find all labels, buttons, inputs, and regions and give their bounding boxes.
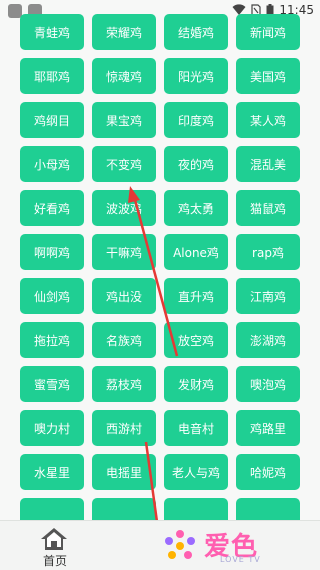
grid-button[interactable]: 好看鸡	[20, 190, 84, 226]
grid-button[interactable]: 干嘛鸡	[92, 234, 156, 270]
grid-button[interactable]: 名族鸡	[92, 322, 156, 358]
grid-button[interactable]: 某人鸡	[236, 102, 300, 138]
grid-button[interactable]: 结婚鸡	[164, 14, 228, 50]
button-grid: 青蛙鸡 荣耀鸡 结婚鸡 新闻鸡耶耶鸡 惊魂鸡 阳光鸡 美国鸡鸡纲目 果宝鸡 印度鸡 某人鸡小母鸡不…	[20, 14, 300, 534]
grid-button[interactable]: 发财鸡	[164, 366, 228, 402]
grid-button[interactable]: 噢泡鸡	[236, 366, 300, 402]
grid-button[interactable]: 蜜雪鸡	[20, 366, 84, 402]
bottom-nav: 首页 爱色 LOVE TV	[0, 520, 320, 570]
grid-button[interactable]: 耶耶鸡	[20, 58, 84, 94]
grid-button[interactable]: 电摇里	[92, 454, 156, 490]
grid-button[interactable]: 鸡太勇	[164, 190, 228, 226]
grid-button[interactable]: 美国鸡	[236, 58, 300, 94]
grid-button[interactable]: 小母鸡	[20, 146, 84, 182]
grid-button[interactable]: 猫鼠鸡	[236, 190, 300, 226]
logo-subtext: LOVE TV	[220, 555, 261, 564]
grid-button[interactable]: 果宝鸡	[92, 102, 156, 138]
grid-button[interactable]: 鸡出没	[92, 278, 156, 314]
grid-button[interactable]: 不变鸡	[92, 146, 156, 182]
grid-button[interactable]: 波波鸡	[92, 190, 156, 226]
brand-logo: 爱色 LOVE TV	[158, 524, 278, 568]
home-icon	[41, 528, 67, 550]
grid-button[interactable]: 印度鸡	[164, 102, 228, 138]
grid-button[interactable]: 哈妮鸡	[236, 454, 300, 490]
grid-button[interactable]: 电音村	[164, 410, 228, 446]
tab-home-label: 首页	[42, 554, 67, 568]
grid-button[interactable]: 水星里	[20, 454, 84, 490]
grid-button[interactable]: 荣耀鸡	[92, 14, 156, 50]
grid-button[interactable]: 惊魂鸡	[92, 58, 156, 94]
tab-home[interactable]: 首页	[0, 521, 110, 570]
grid-button[interactable]: 老人与鸡	[164, 454, 228, 490]
grid-button[interactable]: 江南鸡	[236, 278, 300, 314]
grid-button[interactable]: 夜的鸡	[164, 146, 228, 182]
grid-button[interactable]: rap鸡	[236, 234, 300, 270]
flower-logo-icon	[165, 530, 195, 559]
grid-button[interactable]: 新闻鸡	[236, 14, 300, 50]
grid-button[interactable]: 拖拉鸡	[20, 322, 84, 358]
grid-button[interactable]: 仙剑鸡	[20, 278, 84, 314]
grid-button[interactable]: 荔枝鸡	[92, 366, 156, 402]
grid-button[interactable]: Alone鸡	[164, 234, 228, 270]
grid-button[interactable]: 啊啊鸡	[20, 234, 84, 270]
grid-button[interactable]: 直升鸡	[164, 278, 228, 314]
grid-button[interactable]: 西游村	[92, 410, 156, 446]
grid-button[interactable]: 放空鸡	[164, 322, 228, 358]
grid-button[interactable]: 噢力村	[20, 410, 84, 446]
grid-button[interactable]: 澎湖鸡	[236, 322, 300, 358]
grid-button[interactable]: 混乱美	[236, 146, 300, 182]
grid-button[interactable]: 阳光鸡	[164, 58, 228, 94]
grid-button[interactable]: 青蛙鸡	[20, 14, 84, 50]
grid-button[interactable]: 鸡纲目	[20, 102, 84, 138]
grid-button[interactable]: 鸡路里	[236, 410, 300, 446]
